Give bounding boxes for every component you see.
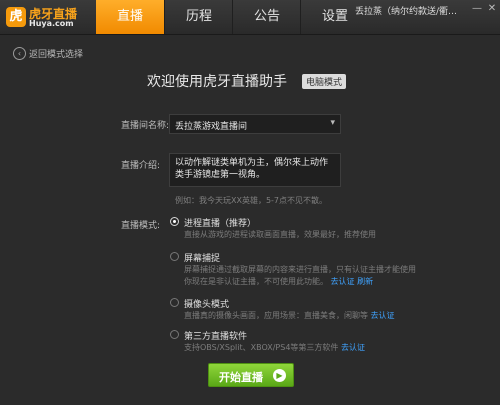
chevron-left-icon: ‹ [13, 47, 26, 60]
mode-title: 屏幕捕捉 [184, 254, 221, 264]
start-live-button[interactable]: 开始直播 ▶ [208, 363, 294, 387]
verify-link[interactable]: 去认证 [341, 343, 365, 352]
top-header: 虎 虎牙直播 Huya.com 直播 历程 公告 设置 丢拉蒸（纳尔约款送/衢…… [0, 0, 500, 35]
start-live-label: 开始直播 [219, 371, 263, 384]
welcome-title: 欢迎使用虎牙直播助手 [147, 74, 287, 90]
mode-label: 直播模式: [121, 221, 161, 231]
radio-icon[interactable] [170, 330, 179, 339]
mode-badge: 电脑模式 [302, 74, 347, 89]
room-name-label: 直播间名称: [121, 121, 170, 131]
mode-title: 摄像头模式 [184, 300, 230, 310]
verify-link[interactable]: 去认证 [371, 311, 395, 320]
radio-selected-icon[interactable] [170, 217, 179, 226]
mode-desc: 直接从游戏的进程读取画面直播，效果最好，推荐使用 [184, 230, 376, 239]
user-name[interactable]: 丢拉蒸（纳尔约款送/衢… [355, 4, 457, 17]
mode-title: 第三方直播软件 [184, 332, 248, 342]
tab-history[interactable]: 历程 [164, 0, 233, 34]
mode-desc-text: 你现在是非认证主播，不可使用此功能。 [184, 277, 328, 286]
play-icon: ▶ [273, 369, 286, 382]
tab-live[interactable]: 直播 [96, 0, 164, 34]
mode-desc: 支持OBS/XSplit、XBOX/PS4等第三方软件 去认证 [184, 343, 365, 352]
dropdown-arrow-icon: ▾ [330, 118, 335, 128]
intro-label: 直播介绍: [121, 161, 161, 171]
mode-desc: 直播真的摄像头画面，应用场景：直播美食，闲聊等 去认证 [184, 311, 395, 320]
huya-logo: 虎 虎牙直播 Huya.com [6, 4, 80, 30]
back-label: 返回模式选择 [29, 50, 84, 60]
mode-desc-line2: 你现在是非认证主播，不可使用此功能。 去认证 刷新 [184, 276, 373, 288]
radio-icon[interactable] [170, 298, 179, 307]
refresh-link[interactable]: 刷新 [357, 277, 373, 286]
room-name-value: 丢拉蒸游戏直播间 [175, 122, 248, 132]
huya-logo-icon: 虎 [6, 7, 26, 27]
radio-icon[interactable] [170, 252, 179, 261]
mode-desc: 屏幕捕捉通过截取屏幕的内容来进行直播，只有认证主播才能使用 [184, 265, 416, 274]
intro-textarea[interactable]: 以动作解谜类单机为主，偶尔来上动作类手游镜虐第一视角。 [169, 153, 341, 187]
minimize-icon[interactable]: — [471, 3, 483, 15]
mode-title: 进程直播（推荐） [184, 219, 257, 229]
room-name-select[interactable]: 丢拉蒸游戏直播间 ▾ [169, 114, 341, 134]
close-icon[interactable]: ✕ [486, 3, 498, 15]
intro-hint: 例如：我今天玩XX英雄，5-7点不见不散。 [175, 196, 328, 205]
tab-announcements[interactable]: 公告 [232, 0, 301, 34]
logo-subtitle: Huya.com [29, 19, 74, 28]
verify-link[interactable]: 去认证 [331, 277, 355, 286]
